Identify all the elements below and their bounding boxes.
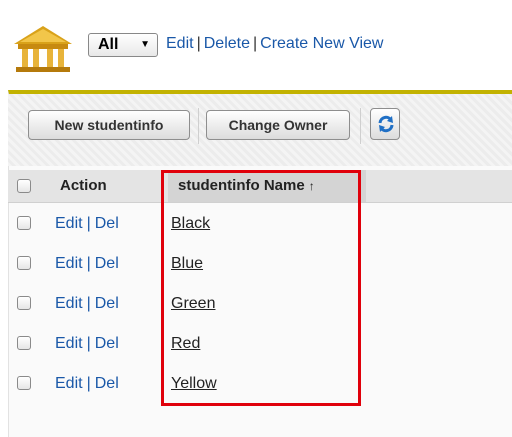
action-separator: |: [86, 335, 91, 352]
link-separator: |: [252, 35, 258, 52]
action-separator: |: [86, 215, 91, 232]
name-column-header[interactable]: studentinfo Name ↑: [168, 170, 366, 202]
edit-link[interactable]: Edit: [55, 215, 83, 232]
building-icon: [14, 26, 72, 72]
row-checkbox[interactable]: [17, 336, 31, 350]
table-row: Edit | Del Yellow: [8, 365, 512, 405]
record-name-link[interactable]: Black: [171, 215, 210, 232]
record-name-cell: Blue: [171, 255, 203, 273]
del-link[interactable]: Del: [95, 335, 119, 352]
action-column-header: Action: [60, 177, 107, 194]
action-separator: |: [86, 375, 91, 392]
refresh-button[interactable]: [370, 108, 400, 140]
delete-view-link[interactable]: Delete: [204, 35, 250, 52]
table-row: Edit | Del Red: [8, 325, 512, 365]
record-name-cell: Green: [171, 295, 215, 313]
record-name-link[interactable]: Red: [171, 335, 200, 352]
del-link[interactable]: Del: [95, 255, 119, 272]
button-bar: New studentinfo Change Owner: [8, 94, 512, 166]
row-actions: Edit | Del: [55, 215, 119, 233]
row-actions: Edit | Del: [55, 295, 119, 313]
del-link[interactable]: Del: [95, 375, 119, 392]
link-separator: |: [196, 35, 201, 52]
edit-link[interactable]: Edit: [55, 295, 83, 312]
sort-ascending-icon: ↑: [308, 179, 315, 193]
record-name-cell: Red: [171, 335, 200, 353]
create-new-view-link[interactable]: Create New View: [260, 35, 383, 52]
change-owner-button[interactable]: Change Owner: [206, 110, 350, 140]
del-link[interactable]: Del: [95, 215, 119, 232]
row-actions: Edit | Del: [55, 335, 119, 353]
row-checkbox[interactable]: [17, 376, 31, 390]
row-actions: Edit | Del: [55, 375, 119, 393]
record-name-link[interactable]: Blue: [171, 255, 203, 272]
refresh-icon: [378, 115, 394, 133]
row-checkbox[interactable]: [17, 256, 31, 270]
edit-view-link[interactable]: Edit: [166, 35, 194, 52]
chevron-down-icon: ▼: [140, 39, 150, 50]
row-actions: Edit | Del: [55, 255, 119, 273]
view-links: Edit | Delete | Create New View: [166, 35, 383, 53]
table-header: Action studentinfo Name ↑: [8, 170, 512, 203]
row-checkbox[interactable]: [17, 216, 31, 230]
edit-link[interactable]: Edit: [55, 335, 83, 352]
action-separator: |: [86, 295, 91, 312]
list-view-header: All ▼ Edit | Delete | Create New View: [0, 0, 512, 90]
select-all-checkbox[interactable]: [17, 179, 31, 193]
record-name-cell: Black: [171, 215, 210, 233]
table-row: Edit | Del Green: [8, 285, 512, 325]
button-divider: [360, 108, 361, 144]
action-separator: |: [86, 255, 91, 272]
table-row: Edit | Del Black: [8, 205, 512, 245]
record-name-link[interactable]: Yellow: [171, 375, 217, 392]
new-studentinfo-button[interactable]: New studentinfo: [28, 110, 190, 140]
record-name-link[interactable]: Green: [171, 295, 215, 312]
row-checkbox[interactable]: [17, 296, 31, 310]
table-row: Edit | Del Blue: [8, 245, 512, 285]
button-divider: [198, 108, 199, 144]
edit-link[interactable]: Edit: [55, 255, 83, 272]
edit-link[interactable]: Edit: [55, 375, 83, 392]
record-name-cell: Yellow: [171, 375, 217, 393]
name-column-label: studentinfo Name: [178, 177, 305, 194]
view-select[interactable]: All ▼: [88, 33, 158, 57]
del-link[interactable]: Del: [95, 295, 119, 312]
view-select-value: All: [98, 36, 119, 53]
